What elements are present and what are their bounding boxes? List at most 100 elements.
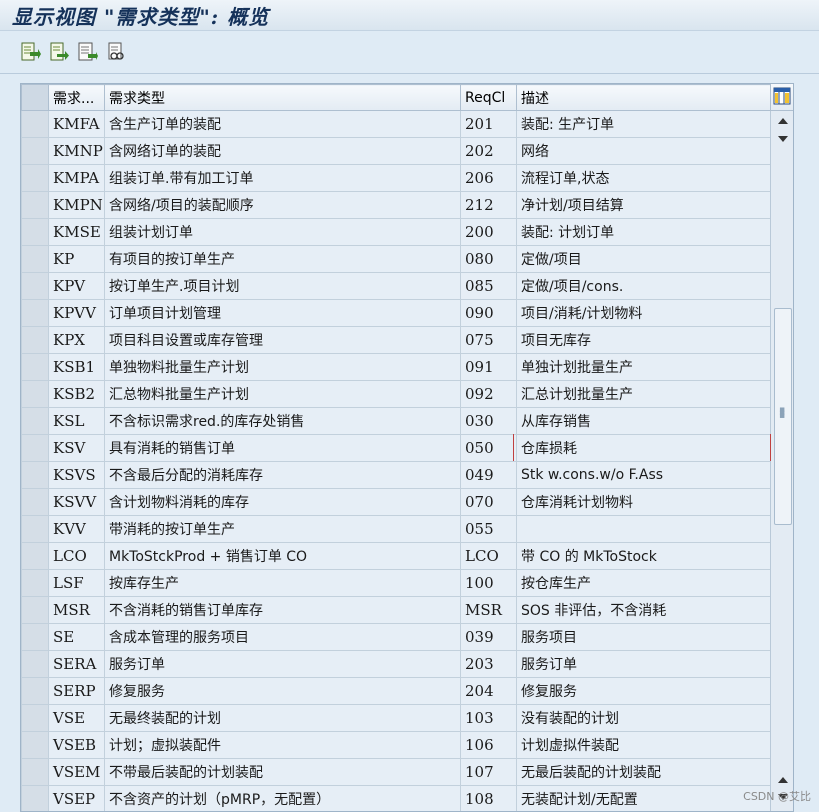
select-all-button[interactable] <box>48 41 70 63</box>
cell-code: KMSE <box>49 219 105 246</box>
cell-description: 定做/项目/cons. <box>517 273 771 300</box>
row-selector[interactable] <box>22 624 49 651</box>
row-selector[interactable] <box>22 165 49 192</box>
table-row[interactable]: KP有项目的按订单生产080定做/项目 <box>22 246 771 273</box>
cell-description: 服务订单 <box>517 651 771 678</box>
scroll-up-button[interactable] <box>771 117 794 131</box>
result-table: 需求... 需求类型 ReqCl 描述 KMFA含生产订单的装配201装配: 生… <box>20 83 794 812</box>
row-selector[interactable] <box>22 435 49 462</box>
table-row[interactable]: SE含成本管理的服务项目039服务项目 <box>22 624 771 651</box>
cell-type: 不含消耗的销售订单库存 <box>105 597 461 624</box>
cell-reqcl: 106 <box>461 732 517 759</box>
row-selector[interactable] <box>22 678 49 705</box>
table-row[interactable]: KPX项目科目设置或库存管理075项目无库存 <box>22 327 771 354</box>
row-selector[interactable] <box>22 192 49 219</box>
column-settings-button[interactable] <box>770 84 794 111</box>
cell-reqcl: 103 <box>461 705 517 732</box>
table-row[interactable]: KMPN含网络/项目的装配顺序212净计划/项目结算 <box>22 192 771 219</box>
row-selector[interactable] <box>22 705 49 732</box>
cell-reqcl: 085 <box>461 273 517 300</box>
column-header-type[interactable]: 需求类型 <box>105 85 461 111</box>
cell-code: KSB2 <box>49 381 105 408</box>
application-toolbar <box>0 31 819 74</box>
row-selector[interactable] <box>22 732 49 759</box>
arrow-up-icon <box>778 117 788 124</box>
row-selector[interactable] <box>22 597 49 624</box>
vertical-scrollbar[interactable]: ▪▪▪ <box>770 111 794 811</box>
table-row[interactable]: KMPA组装订单.带有加工订单206流程订单,状态 <box>22 165 771 192</box>
column-header-reqcl[interactable]: ReqCl <box>461 85 517 111</box>
row-selector[interactable] <box>22 462 49 489</box>
cell-code: KPX <box>49 327 105 354</box>
table-row[interactable]: VSE无最终装配的计划103没有装配的计划 <box>22 705 771 732</box>
table-row[interactable]: SERP修复服务204修复服务 <box>22 678 771 705</box>
table-row[interactable]: MSR不含消耗的销售订单库存MSRSOS 非评估，不含消耗 <box>22 597 771 624</box>
row-selector[interactable] <box>22 759 49 786</box>
cell-description: 带 CO 的 MkToStock <box>517 543 771 570</box>
cell-reqcl: LCO <box>461 543 517 570</box>
select-all-rows-cell[interactable] <box>22 85 49 111</box>
export-button[interactable] <box>19 41 41 63</box>
cell-type: 无最终装配的计划 <box>105 705 461 732</box>
row-selector[interactable] <box>22 516 49 543</box>
cell-reqcl: 200 <box>461 219 517 246</box>
row-selector[interactable] <box>22 786 49 812</box>
row-selector[interactable] <box>22 111 49 138</box>
table-row[interactable]: LCOMkToStckProd + 销售订单 COLCO带 CO 的 MkToS… <box>22 543 771 570</box>
table-row[interactable]: KPVV订单项目计划管理090项目/消耗/计划物料 <box>22 300 771 327</box>
scroll-thumb[interactable]: ▪▪▪ <box>774 308 792 525</box>
cell-description: 服务项目 <box>517 624 771 651</box>
cell-code: KSVV <box>49 489 105 516</box>
cell-description: 流程订单,状态 <box>517 165 771 192</box>
row-selector[interactable] <box>22 570 49 597</box>
select-all-icon <box>48 41 70 63</box>
cell-reqcl: 092 <box>461 381 517 408</box>
cell-reqcl: 107 <box>461 759 517 786</box>
cell-code: KP <box>49 246 105 273</box>
cell-code: VSEB <box>49 732 105 759</box>
table-row[interactable]: SERA服务订单203服务订单 <box>22 651 771 678</box>
cell-type: 修复服务 <box>105 678 461 705</box>
row-selector[interactable] <box>22 354 49 381</box>
row-selector[interactable] <box>22 219 49 246</box>
print-preview-button[interactable] <box>105 41 127 63</box>
table-row[interactable]: VSEM不带最后装配的计划装配107无最后装配的计划装配 <box>22 759 771 786</box>
scroll-down-step-button[interactable] <box>771 136 794 150</box>
cell-reqcl: 080 <box>461 246 517 273</box>
table-row[interactable]: KPV按订单生产.项目计划085定做/项目/cons. <box>22 273 771 300</box>
row-selector[interactable] <box>22 381 49 408</box>
row-selector[interactable] <box>22 300 49 327</box>
table-row[interactable]: VSEP不含资产的计划（pMRP，无配置）108无装配计划/无配置 <box>22 786 771 812</box>
column-header-description[interactable]: 描述 <box>517 85 771 111</box>
table-row[interactable]: KSL不含标识需求red.的库存处销售030从库存销售 <box>22 408 771 435</box>
row-selector[interactable] <box>22 651 49 678</box>
row-selector[interactable] <box>22 138 49 165</box>
cell-reqcl: 070 <box>461 489 517 516</box>
table-row[interactable]: KSB2汇总物料批量生产计划092汇总计划批量生产 <box>22 381 771 408</box>
cell-description: 装配: 计划订单 <box>517 219 771 246</box>
arrow-down-icon <box>778 136 788 143</box>
row-selector[interactable] <box>22 327 49 354</box>
details-button[interactable] <box>76 41 98 63</box>
row-selector[interactable] <box>22 489 49 516</box>
column-header-code[interactable]: 需求... <box>49 85 105 111</box>
table-row[interactable]: KMSE组装计划订单200装配: 计划订单 <box>22 219 771 246</box>
table-row[interactable]: LSF按库存生产100按仓库生产 <box>22 570 771 597</box>
print-preview-icon <box>105 41 127 63</box>
row-selector[interactable] <box>22 273 49 300</box>
row-selector[interactable] <box>22 543 49 570</box>
table-row[interactable]: KSVS不含最后分配的消耗库存049Stk w.cons.w/o F.Ass <box>22 462 771 489</box>
table-row[interactable]: KVV带消耗的按订单生产055 <box>22 516 771 543</box>
cell-reqcl: 202 <box>461 138 517 165</box>
table-row[interactable]: KMFA含生产订单的装配201装配: 生产订单 <box>22 111 771 138</box>
cell-reqcl: 050 <box>461 435 517 462</box>
table-row[interactable]: KSVV含计划物料消耗的库存070仓库消耗计划物料 <box>22 489 771 516</box>
row-selector[interactable] <box>22 246 49 273</box>
table-row[interactable]: VSEB计划；虚拟装配件106计划虚拟件装配 <box>22 732 771 759</box>
cell-description: 定做/项目 <box>517 246 771 273</box>
cell-description: 无装配计划/无配置 <box>517 786 771 812</box>
table-row[interactable]: KMNP含网络订单的装配202网络 <box>22 138 771 165</box>
table-row[interactable]: KSB1单独物料批量生产计划091单独计划批量生产 <box>22 354 771 381</box>
cell-type: 含生产订单的装配 <box>105 111 461 138</box>
row-selector[interactable] <box>22 408 49 435</box>
